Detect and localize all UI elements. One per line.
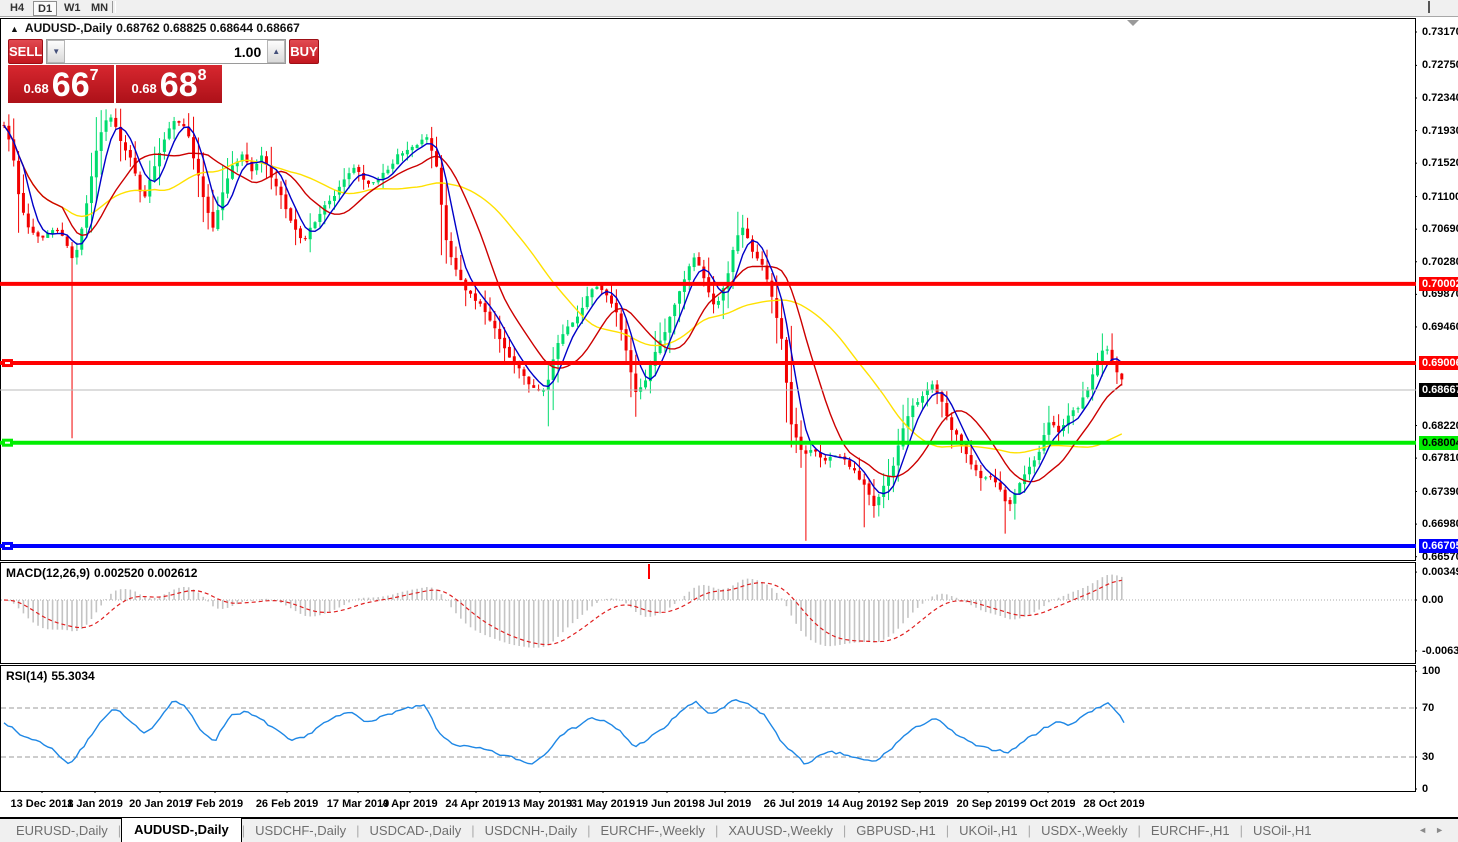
price-badge-0.68667: 0.68667 — [1419, 383, 1458, 397]
one-click-trading-panel: SELL ▼ ▲ BUY 0.68 66 7 0.68 68 8 — [8, 39, 222, 103]
rsi-tick-label: 30 — [1422, 751, 1434, 763]
price-tick-label: 0.66980 — [1422, 518, 1458, 530]
macd-pane[interactable] — [1, 563, 1416, 664]
chart-symbol-header: ▲ AUDUSD-,Daily 0.68762 0.68825 0.68644 0.… — [10, 21, 304, 35]
date-tick-label: 20 Sep 2019 — [957, 798, 1020, 810]
date-tick-label: 13 May 2019 — [508, 798, 572, 810]
macd-tick-label: 0.00349 — [1422, 566, 1458, 578]
toolbar-separator — [112, 1, 116, 13]
chart-tab-bar: EURUSD-,Daily|AUDUSD-,Daily|USDCHF-,Dail… — [0, 819, 1458, 842]
timeframe-button-d1[interactable]: D1 — [33, 1, 57, 16]
date-tick-label: 8 Jul 2019 — [699, 798, 752, 810]
rsi-indicator-label: RSI(14)55.3034 — [6, 669, 99, 683]
tab-eurusd-daily[interactable]: EURUSD-,Daily — [6, 820, 118, 841]
tab-usdx-weekly[interactable]: USDX-,Weekly — [1031, 820, 1137, 841]
buy-price-big: 68 — [160, 72, 198, 100]
price-tick-label: 0.73170 — [1422, 26, 1458, 38]
price-tick-label: 0.70280 — [1422, 256, 1458, 268]
sell-price-small: 0.68 — [23, 81, 48, 96]
buy-button[interactable]: BUY — [289, 39, 318, 64]
date-tick-label: 19 Jun 2019 — [636, 798, 698, 810]
ohlc-values: 0.68762 0.68825 0.68644 0.68667 — [116, 21, 300, 35]
rsi-tick-label: 70 — [1422, 702, 1434, 714]
buy-price-display[interactable]: 0.68 68 8 — [116, 65, 222, 103]
time-axis[interactable]: 13 Dec 20181 Jan 2019 20 Jan 20197 Feb 20… — [0, 793, 1416, 817]
tab-gbpusd-h1[interactable]: GBPUSD-,H1 — [846, 820, 945, 841]
date-tick-label: 31 May 2019 — [571, 798, 635, 810]
date-tick-label: 7 Feb 2019 — [187, 798, 243, 810]
tab-ukoil-h1[interactable]: UKOil-,H1 — [949, 820, 1028, 841]
date-tick-label: 1 Jan 2019 — [67, 798, 123, 810]
price-tick-label: 0.71520 — [1422, 157, 1458, 169]
price-axis[interactable]: 0.73170 0.72750 0.72340 0.71930 0.71520 0.711… — [1417, 17, 1458, 817]
tab-usdcnh-daily[interactable]: USDCNH-,Daily — [475, 820, 587, 841]
toolbar-separator — [1428, 1, 1432, 13]
price-tick-label: 0.70690 — [1422, 223, 1458, 235]
buy-price-small: 0.68 — [131, 81, 156, 96]
date-tick-label: 17 Mar 2019 — [327, 798, 389, 810]
chart-canvas[interactable] — [0, 0, 1458, 842]
price-badge-0.66705: 0.66705 — [1419, 539, 1458, 553]
tab-xauusd-weekly[interactable]: XAUUSD-,Weekly — [718, 820, 843, 841]
tab-usdcad-daily[interactable]: USDCAD-,Daily — [360, 820, 472, 841]
date-tick-label: 13 Dec 2018 — [11, 798, 74, 810]
price-tick-label: 0.71100 — [1422, 191, 1458, 203]
sell-price-big: 66 — [52, 72, 90, 100]
rsi-tick-label: 100 — [1422, 665, 1440, 677]
price-tick-label: 0.67390 — [1422, 486, 1458, 498]
date-tick-label: 26 Jul 2019 — [764, 798, 823, 810]
price-badge-0.69006: 0.69006 — [1419, 356, 1458, 370]
date-tick-label: 9 Oct 2019 — [1020, 798, 1075, 810]
sell-price-display[interactable]: 0.68 66 7 — [8, 65, 114, 103]
volume-input[interactable] — [65, 40, 267, 63]
volume-decrease-icon[interactable]: ▼ — [47, 40, 65, 63]
symbol-label: AUDUSD-,Daily — [25, 21, 112, 35]
tab-usdchf-daily[interactable]: USDCHF-,Daily — [245, 820, 356, 841]
timeframe-toolbar: H4 D1W1MN — [0, 0, 1458, 17]
sell-button[interactable]: SELL — [8, 39, 43, 64]
buy-price-sup: 8 — [198, 67, 207, 85]
price-tick-label: 0.71930 — [1422, 125, 1458, 137]
sell-price-sup: 7 — [90, 67, 99, 85]
rsi-tick-label: 0 — [1422, 783, 1428, 795]
tab-audusd-daily[interactable]: AUDUSD-,Daily — [121, 817, 242, 842]
timeframe-button-w1[interactable]: W1 — [60, 1, 85, 14]
timeframe-button-mn[interactable]: MN — [87, 1, 112, 14]
price-tick-label: 0.72750 — [1422, 59, 1458, 71]
price-tick-label: 0.68220 — [1422, 420, 1458, 432]
timeframe-button-h4[interactable]: H4 — [6, 1, 28, 14]
trading-terminal-window: H4 D1W1MN ▲ AUDUSD-,Daily 0.68762 0.68825 0… — [0, 0, 1458, 842]
macd-indicator-label: MACD(12,26,9)0.002520 0.002612 — [6, 566, 201, 580]
price-badge-0.70002: 0.70002 — [1419, 277, 1458, 291]
price-badge-0.68004: 0.68004 — [1419, 436, 1458, 450]
collapse-panel-icon[interactable]: ▲ — [10, 24, 19, 34]
date-tick-label: 20 Jan 2019 — [129, 798, 191, 810]
tab-eurchf-h1[interactable]: EURCHF-,H1 — [1141, 820, 1240, 841]
date-tick-label: 2 Sep 2019 — [892, 798, 949, 810]
tab-usoil-h1[interactable]: USOil-,H1 — [1243, 820, 1322, 841]
date-tick-label: 4 Apr 2019 — [382, 798, 437, 810]
price-tick-label: 0.69460 — [1422, 321, 1458, 333]
macd-tick-label: -0.00637 — [1422, 645, 1458, 657]
tab-eurchf-weekly[interactable]: EURCHF-,Weekly — [591, 820, 716, 841]
price-tick-label: 0.72340 — [1422, 92, 1458, 104]
volume-spinner: ▼ ▲ — [46, 39, 286, 64]
tab-scroll-arrows[interactable]: ◄► — [1418, 825, 1452, 835]
date-tick-label: 14 Aug 2019 — [827, 798, 891, 810]
price-tick-label: 0.67810 — [1422, 452, 1458, 464]
macd-tick-label: 0.00 — [1422, 594, 1443, 606]
date-tick-label: 26 Feb 2019 — [256, 798, 318, 810]
date-tick-label: 28 Oct 2019 — [1083, 798, 1144, 810]
volume-increase-icon[interactable]: ▲ — [267, 40, 285, 63]
date-tick-label: 24 Apr 2019 — [445, 798, 506, 810]
rsi-pane[interactable] — [1, 666, 1416, 792]
